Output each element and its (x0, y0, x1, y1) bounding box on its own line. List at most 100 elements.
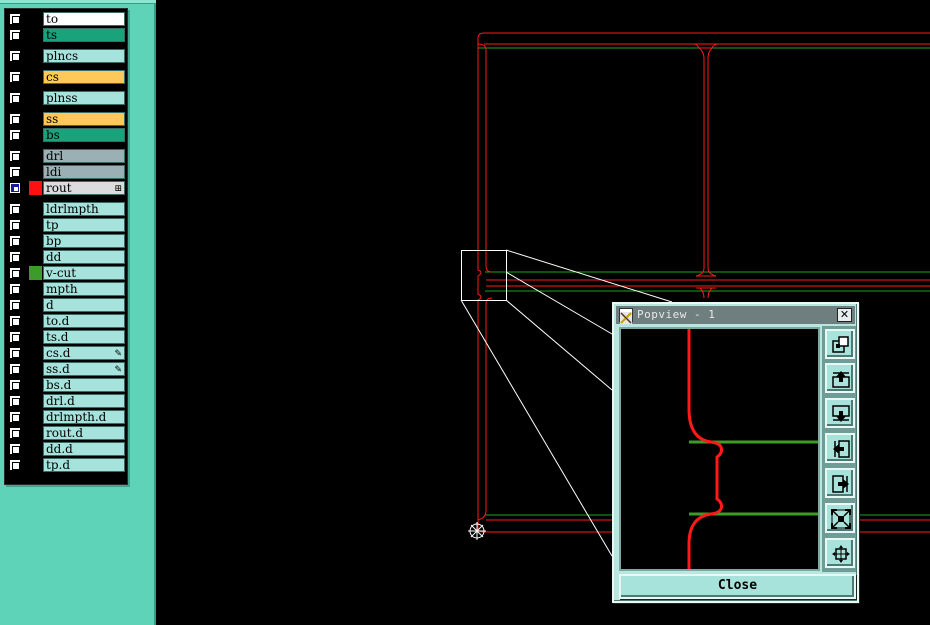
layer-row[interactable]: ss.d ✎ (5, 361, 127, 377)
layer-row[interactable]: ldi (5, 164, 127, 180)
layer-color-swatch[interactable] (29, 91, 42, 105)
layer-label[interactable]: d (43, 298, 125, 312)
layer-visibility-checkbox[interactable] (10, 428, 20, 438)
layer-visibility-checkbox[interactable] (10, 252, 20, 262)
layer-color-swatch[interactable] (29, 314, 42, 328)
layer-row[interactable]: cs (5, 69, 127, 85)
layer-row[interactable]: tp (5, 217, 127, 233)
layer-label[interactable]: bp (43, 234, 125, 248)
layer-label[interactable]: drl.d (43, 394, 125, 408)
layer-row[interactable]: drl (5, 148, 127, 164)
layer-row[interactable]: bs (5, 127, 127, 143)
layer-visibility-checkbox[interactable] (10, 380, 20, 390)
layer-row[interactable]: rout.d (5, 425, 127, 441)
layer-visibility-checkbox[interactable] (10, 396, 20, 406)
layer-row[interactable]: rout ⊞ (5, 180, 127, 196)
layer-visibility-checkbox[interactable] (10, 72, 20, 82)
layer-label[interactable]: tp (43, 218, 125, 232)
layer-label[interactable]: ts (43, 28, 125, 42)
close-icon[interactable]: ✕ (837, 308, 852, 322)
layer-color-swatch[interactable] (29, 112, 42, 126)
layer-label[interactable]: to (43, 12, 125, 26)
layer-color-swatch[interactable] (29, 266, 42, 280)
layer-visibility-checkbox[interactable] (10, 151, 20, 161)
layer-visibility-checkbox[interactable] (10, 93, 20, 103)
layer-label[interactable]: drl (43, 149, 125, 163)
layer-label[interactable]: ts.d (43, 330, 125, 344)
layer-color-swatch[interactable] (29, 426, 42, 440)
layer-color-swatch[interactable] (29, 346, 42, 360)
zoom-fit-button[interactable] (825, 329, 855, 359)
layer-visibility-checkbox[interactable] (10, 130, 20, 140)
pan-right-button[interactable] (825, 468, 855, 498)
layer-color-swatch[interactable] (29, 330, 42, 344)
layer-row[interactable]: tp.d (5, 457, 127, 473)
pan-left-button[interactable] (825, 433, 855, 463)
layer-color-swatch[interactable] (29, 250, 42, 264)
zoom-box[interactable] (461, 250, 507, 301)
layer-color-swatch[interactable] (29, 394, 42, 408)
layer-row[interactable]: dd.d (5, 441, 127, 457)
layer-color-swatch[interactable] (29, 70, 42, 84)
layer-row[interactable]: ss (5, 111, 127, 127)
layer-color-swatch[interactable] (29, 202, 42, 216)
layer-visibility-checkbox[interactable] (10, 332, 20, 342)
layer-color-swatch[interactable] (29, 28, 42, 42)
layer-row[interactable]: v-cut (5, 265, 127, 281)
layer-color-swatch[interactable] (29, 410, 42, 424)
layer-visibility-checkbox[interactable] (10, 348, 20, 358)
layer-label[interactable]: tp.d (43, 458, 125, 472)
layer-row[interactable]: ts (5, 27, 127, 43)
layer-row[interactable]: ts.d (5, 329, 127, 345)
pan-down-button[interactable] (825, 398, 855, 428)
layer-label[interactable]: mpth (43, 282, 125, 296)
pan-up-button[interactable] (825, 363, 855, 393)
layer-label[interactable]: ldi (43, 165, 125, 179)
layer-label[interactable]: plnss (43, 91, 125, 105)
layer-visibility-checkbox[interactable] (10, 236, 20, 246)
layer-row[interactable]: bp (5, 233, 127, 249)
layer-label[interactable]: ss (43, 112, 125, 126)
layer-visibility-checkbox[interactable] (10, 284, 20, 294)
layer-visibility-checkbox[interactable] (10, 444, 20, 454)
layer-row[interactable]: dd (5, 249, 127, 265)
window-menu-icon[interactable] (619, 308, 633, 324)
layer-visibility-checkbox[interactable] (10, 167, 20, 177)
layer-row[interactable]: d (5, 297, 127, 313)
layer-color-swatch[interactable] (29, 218, 42, 232)
layer-color-swatch[interactable] (29, 49, 42, 63)
zoom-out-button[interactable] (825, 538, 855, 568)
layer-color-swatch[interactable] (29, 128, 42, 142)
layer-row[interactable]: plncs (5, 48, 127, 64)
layer-color-swatch[interactable] (29, 165, 42, 179)
layer-visibility-checkbox[interactable] (10, 114, 20, 124)
zoom-in-button[interactable] (825, 503, 855, 533)
layer-label[interactable]: to.d (43, 314, 125, 328)
close-button[interactable]: Close (619, 574, 856, 599)
layer-visibility-checkbox[interactable] (10, 316, 20, 326)
layer-visibility-checkbox[interactable] (10, 30, 20, 40)
layer-visibility-checkbox[interactable] (10, 220, 20, 230)
layer-color-swatch[interactable] (29, 234, 42, 248)
layer-visibility-checkbox[interactable] (10, 300, 20, 310)
layer-label[interactable]: ldrlmpth (43, 202, 125, 216)
layer-visibility-checkbox[interactable] (10, 268, 20, 278)
layer-row[interactable]: to.d (5, 313, 127, 329)
layer-row[interactable]: ldrlmpth (5, 201, 127, 217)
layer-visibility-checkbox[interactable] (10, 412, 20, 422)
layer-label[interactable]: plncs (43, 49, 125, 63)
layer-color-swatch[interactable] (29, 298, 42, 312)
layer-row[interactable]: to (5, 11, 127, 27)
layer-color-swatch[interactable] (29, 362, 42, 376)
layer-visibility-checkbox[interactable] (10, 183, 20, 193)
layer-row[interactable]: drl.d (5, 393, 127, 409)
layer-row[interactable]: cs.d ✎ (5, 345, 127, 361)
layer-color-swatch[interactable] (29, 442, 42, 456)
layer-color-swatch[interactable] (29, 149, 42, 163)
layer-color-swatch[interactable] (29, 458, 42, 472)
layer-label[interactable]: cs (43, 70, 125, 84)
layer-label[interactable]: cs.d ✎ (43, 346, 125, 360)
layer-label[interactable]: drlmpth.d (43, 410, 125, 424)
layer-visibility-checkbox[interactable] (10, 14, 20, 24)
layer-label[interactable]: bs (43, 128, 125, 142)
